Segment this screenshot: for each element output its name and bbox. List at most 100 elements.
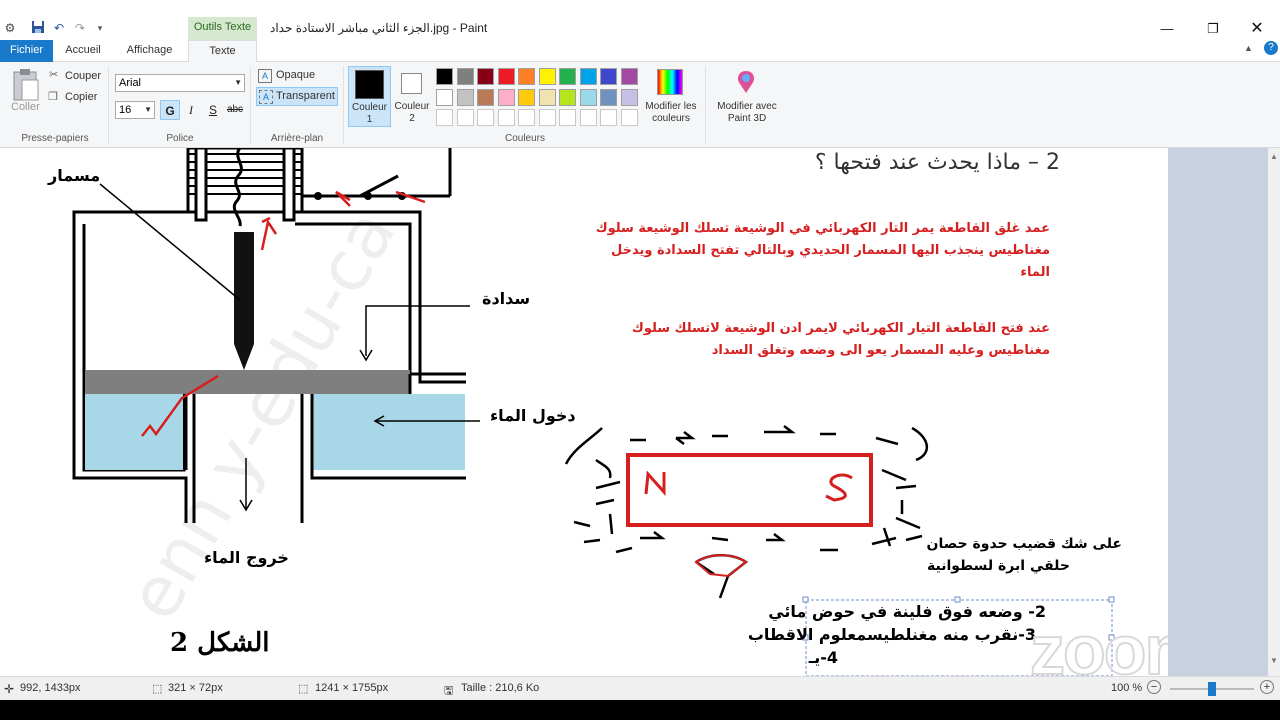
color-swatch[interactable]	[436, 109, 453, 126]
shapes-note-line2: حلقي ابرة لسطوانية	[926, 558, 1070, 574]
italic-button[interactable]: I	[181, 100, 201, 120]
color-swatch[interactable]	[600, 109, 617, 126]
color-swatch[interactable]	[579, 68, 597, 85]
color-swatch[interactable]	[620, 88, 638, 106]
color-swatch[interactable]	[518, 109, 535, 126]
color-swatch[interactable]	[559, 109, 576, 126]
color2-swatch	[401, 73, 422, 94]
minimize-button[interactable]: —	[1144, 17, 1190, 40]
colors-group-label: Couleurs	[504, 133, 546, 144]
cut-button[interactable]: Couper	[65, 70, 101, 82]
clipboard-group-label: Presse-papiers	[21, 133, 89, 144]
color-swatch[interactable]	[620, 109, 638, 126]
question-text: 2 – ماذا يحدث عند فتحها ؟	[814, 150, 1060, 175]
edit-colors-button[interactable]: Modifier les couleurs	[643, 66, 699, 127]
color-swatch[interactable]	[477, 109, 494, 126]
vertical-scrollbar[interactable]: ▲ ▼	[1268, 148, 1280, 676]
color-swatch[interactable]	[436, 88, 453, 106]
close-button[interactable]: ✕	[1234, 17, 1280, 40]
color-swatch[interactable]	[436, 68, 453, 85]
paint3d-icon	[734, 69, 758, 95]
paste-icon[interactable]	[12, 68, 40, 104]
tab-texte[interactable]: Texte	[188, 40, 257, 63]
color-swatch[interactable]	[600, 68, 617, 85]
color-swatch[interactable]	[456, 68, 474, 85]
color2-button[interactable]: Couleur 2	[392, 66, 432, 127]
nail-label: مسمار	[48, 166, 101, 185]
color-swatch[interactable]	[559, 88, 576, 106]
scissors-icon: ✂	[49, 69, 59, 81]
cursor-position-icon: ✛	[4, 682, 15, 696]
color-swatch[interactable]	[477, 88, 494, 106]
image-size-icon: ⬚	[298, 683, 309, 695]
strikethrough-button[interactable]: abc	[225, 100, 245, 120]
color-swatch[interactable]	[620, 68, 638, 85]
transparent-button[interactable]: A Transparent	[256, 87, 338, 106]
color-swatch[interactable]	[518, 88, 535, 106]
zoom-level: 100 %	[1111, 682, 1143, 694]
color-swatch[interactable]	[538, 68, 556, 85]
zoom-slider[interactable]	[1170, 682, 1254, 696]
tab-affichage[interactable]: Affichage	[117, 40, 182, 62]
save-icon[interactable]	[30, 20, 46, 36]
color1-button[interactable]: Couleur 1	[348, 66, 391, 127]
font-size-select[interactable]: 16 ▼	[115, 101, 155, 119]
color-swatch[interactable]	[477, 68, 494, 85]
maximize-button[interactable]: ❐	[1190, 17, 1236, 40]
title-bar: ⚙ ↶ ↷ ▾ Outils Texte الجزء الثاني مباشر …	[0, 17, 1280, 40]
scroll-up-icon[interactable]: ▲	[1270, 152, 1278, 161]
paint3d-button[interactable]: Modifier avec Paint 3D	[712, 66, 782, 127]
rainbow-icon	[657, 69, 683, 95]
color-swatch[interactable]	[579, 109, 597, 126]
contextual-tab-label: Outils Texte	[188, 17, 257, 40]
answer-open-text: عند فتح القاطعة التيار الكهربائي لايمر ا…	[631, 321, 1050, 358]
scroll-down-icon[interactable]: ▼	[1270, 656, 1278, 665]
zoom-in-button[interactable]: +	[1260, 680, 1274, 694]
image-canvas[interactable]: enn y-edu-ca مسمار سدادة دخول الماء خروج…	[0, 148, 1168, 676]
background-group-label: Arrière-plan	[270, 133, 324, 144]
help-icon[interactable]: ?	[1264, 41, 1278, 55]
zoom-watermark: zoom	[1029, 610, 1168, 676]
customize-icon[interactable]: ▾	[92, 20, 108, 36]
selection-size: 321 × 72px	[168, 682, 223, 694]
shapes-note-line1: على شك قضيب حدوة حصان	[926, 536, 1122, 552]
opaque-button[interactable]: A Opaque	[256, 67, 318, 85]
letterbox-bar	[0, 700, 1280, 720]
color-swatch[interactable]	[497, 68, 515, 85]
tab-fichier[interactable]: Fichier	[0, 40, 53, 62]
color-swatch[interactable]	[600, 88, 617, 106]
ribbon-separator	[705, 66, 706, 144]
bold-button[interactable]: G	[160, 100, 180, 120]
paint-app-icon: ⚙	[4, 21, 16, 35]
file-size: Taille : 210,6 Ko	[461, 682, 540, 694]
redo-icon[interactable]: ↷	[72, 20, 88, 36]
ribbon-separator	[343, 66, 344, 144]
zoom-out-button[interactable]: −	[1147, 680, 1161, 694]
textbox-line1: 2- وضعه فوق فلينة في حوض مائي	[768, 602, 1046, 621]
undo-icon[interactable]: ↶	[51, 20, 67, 36]
disk-icon: 🖫	[444, 685, 454, 697]
color-swatch[interactable]	[497, 109, 515, 126]
font-family-select[interactable]: Arial ▼	[115, 74, 245, 92]
textbox-line3: 4-يـ	[808, 648, 838, 667]
underline-button[interactable]: S	[203, 100, 223, 120]
color-swatch[interactable]	[518, 68, 535, 85]
collapse-ribbon-icon[interactable]: ▲	[1244, 43, 1253, 53]
ribbon: Coller ✂ Couper ❐ Copier Presse-papiers …	[0, 62, 1280, 148]
color-swatch[interactable]	[456, 109, 474, 126]
paste-button[interactable]: Coller	[11, 101, 40, 113]
color-swatch[interactable]	[559, 68, 576, 85]
ribbon-tabs: Fichier Accueil Affichage Texte ▲ ?	[0, 40, 1280, 63]
color-swatch[interactable]	[538, 88, 556, 106]
font-group-label: Police	[166, 133, 194, 144]
tab-accueil[interactable]: Accueil	[58, 40, 108, 62]
color-swatch[interactable]	[579, 88, 597, 106]
zoom-slider-thumb[interactable]	[1208, 682, 1216, 696]
color-swatch[interactable]	[538, 109, 556, 126]
cursor-position: 992, 1433px	[20, 682, 81, 694]
color-swatch[interactable]	[456, 88, 474, 106]
status-bar: ✛ 992, 1433px ⬚ 321 × 72px ⬚ 1241 × 1755…	[0, 676, 1280, 700]
copy-button[interactable]: Copier	[65, 91, 97, 103]
transparent-icon: A	[259, 90, 273, 104]
color-swatch[interactable]	[497, 88, 515, 106]
